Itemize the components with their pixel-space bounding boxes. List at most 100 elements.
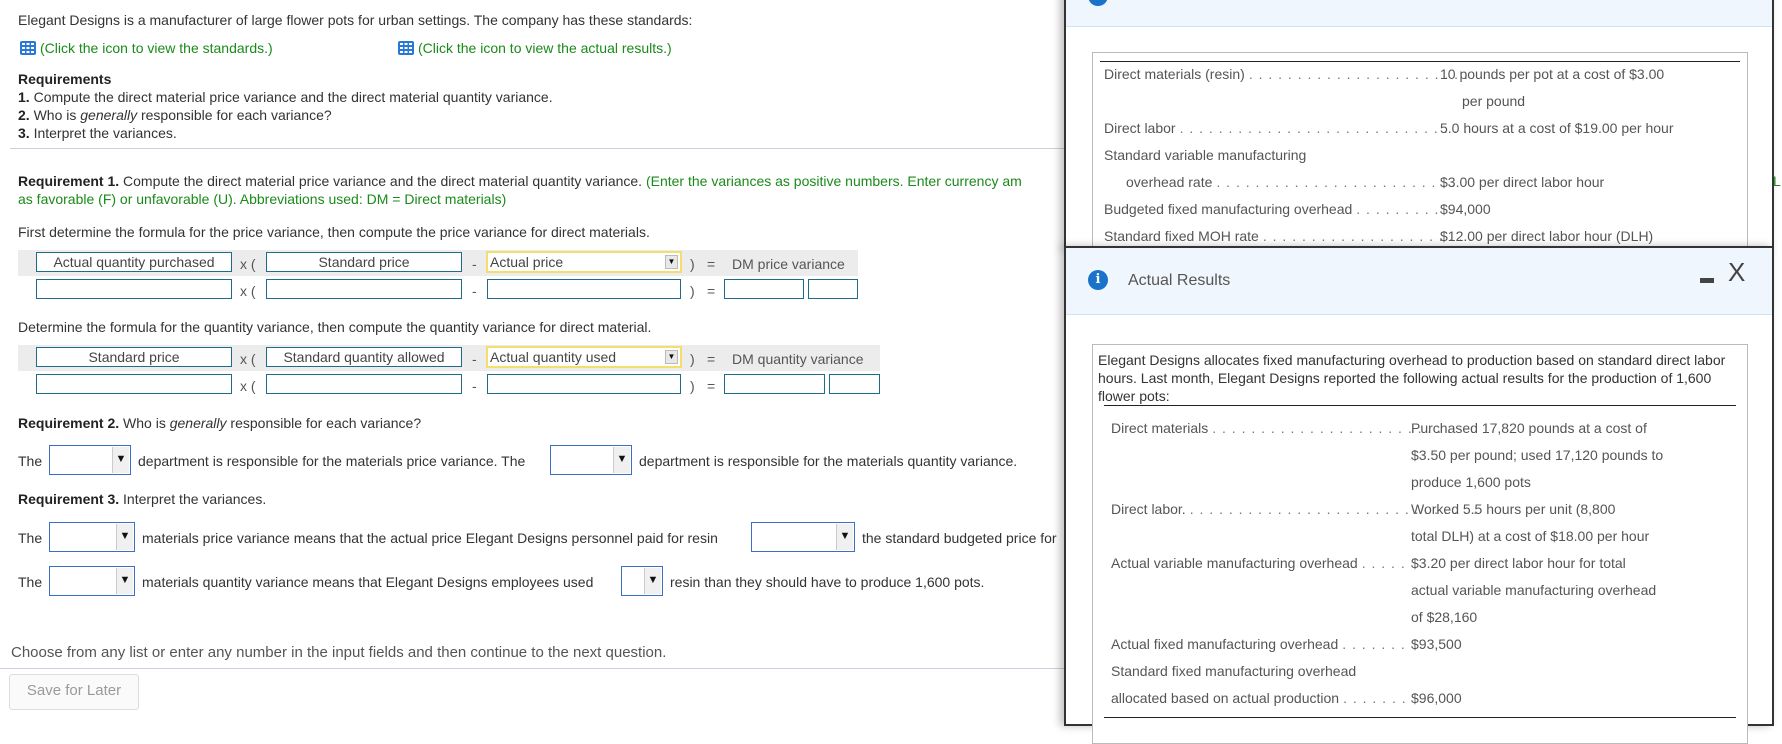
quantity-formula-result-label: DM quantity variance xyxy=(732,351,864,367)
actual-results-panel: i Actual Results X Elegant Designs alloc… xyxy=(1064,246,1774,744)
section-divider xyxy=(10,148,1070,149)
dropdown-arrow-icon[interactable]: ▼ xyxy=(665,255,678,269)
quantity-variance-type-select[interactable]: ▼ xyxy=(49,566,135,596)
dropdown-arrow-icon[interactable]: ▼ xyxy=(112,447,129,473)
price-actual-quantity-input[interactable] xyxy=(36,279,232,299)
view-standards-link[interactable]: (Click the icon to view the standards.) xyxy=(20,40,273,56)
price-formula-actual-quantity-label: Actual quantity purchased xyxy=(36,252,232,272)
requirement-2-emphasis: generally xyxy=(169,415,227,431)
quantity-variance-department-select[interactable]: ▼ xyxy=(550,445,632,475)
grid-icon[interactable] xyxy=(398,41,414,55)
row-value: $3.50 per pound; used 17,120 pounds to xyxy=(1411,447,1664,463)
table-row xyxy=(1111,528,1115,544)
actual-results-title: Actual Results xyxy=(1128,272,1231,289)
price-variance-department-select[interactable]: ▼ xyxy=(49,445,131,475)
close-icon[interactable]: X xyxy=(1728,259,1745,285)
dm-price-variance-amount-input[interactable] xyxy=(724,279,804,299)
req2-sentence-end: department is responsible for the materi… xyxy=(639,453,1018,469)
requirement-number: 2. xyxy=(18,107,30,123)
requirement-text: responsible for each variance? xyxy=(137,107,332,123)
leader-dots: . . . . . xyxy=(1361,555,1406,571)
leader-dots: . . . . . . . . . xyxy=(1356,201,1440,217)
dropdown-arrow-icon[interactable]: ▼ xyxy=(836,524,853,550)
table-row: Direct labor. . . . . . . . . . . . . . … xyxy=(1104,120,1478,136)
qty-standard-quantity-input[interactable] xyxy=(266,374,462,394)
price-actual-price-input[interactable] xyxy=(487,279,681,299)
view-actual-results-label[interactable]: (Click the icon to view the actual resul… xyxy=(418,40,672,56)
requirement-text: Who is xyxy=(33,107,81,123)
row-value: 10 pounds per pot at a cost of $3.00 xyxy=(1440,66,1665,82)
row-label: Standard fixed MOH rate xyxy=(1104,228,1259,244)
price-standard-price-input[interactable] xyxy=(266,279,462,299)
row-value: $3.00 per direct labor hour xyxy=(1440,174,1605,190)
save-for-later-button[interactable]: Save for Later xyxy=(9,674,139,710)
quantity-formula-select-value: Actual quantity used xyxy=(490,349,617,365)
table-row: allocated based on actual production. . … xyxy=(1111,690,1407,706)
row-label: Direct materials xyxy=(1111,420,1209,436)
dropdown-arrow-icon[interactable]: ▼ xyxy=(644,568,661,594)
qty-standard-price-input[interactable] xyxy=(36,374,232,394)
req3-line1-the: The xyxy=(18,530,43,546)
row-value: total DLH) at a cost of $18.00 per hour xyxy=(1411,528,1650,544)
equals-sign: = xyxy=(707,256,716,272)
quantity-comparison-select[interactable]: ▼ xyxy=(621,566,663,596)
requirement-2-prompt: Requirement 2. Who is generally responsi… xyxy=(18,415,421,431)
qty-actual-quantity-input[interactable] xyxy=(487,374,681,394)
dropdown-arrow-icon[interactable]: ▼ xyxy=(665,350,678,364)
requirement-3-prompt: Requirement 3. Interpret the variances. xyxy=(18,491,266,507)
minus-sign: - xyxy=(472,256,477,272)
row-value: produce 1,600 pots xyxy=(1411,474,1531,490)
table-row: Standard fixed MOH rate. . . . . . . . .… xyxy=(1104,228,1473,244)
price-formula-standard-price-label: Standard price xyxy=(266,252,462,272)
requirement-1-label: Requirement 1. xyxy=(18,173,120,189)
requirement-1-text: Compute the direct material price varian… xyxy=(119,173,643,189)
table-row xyxy=(1111,474,1115,490)
requirement-item-3: 3. Interpret the variances. xyxy=(18,125,177,141)
times-open-paren: x ( xyxy=(240,256,256,272)
row-label: overhead rate xyxy=(1126,174,1213,190)
price-formula-select[interactable]: Actual price ▼ xyxy=(486,251,682,273)
close-paren: ) xyxy=(690,378,695,394)
dropdown-arrow-icon[interactable]: ▼ xyxy=(613,447,630,473)
standards-panel-header: i xyxy=(1066,0,1772,27)
times-open-paren: x ( xyxy=(240,351,256,367)
quantity-formula-select[interactable]: Actual quantity used ▼ xyxy=(486,346,682,368)
requirement-item-1: 1. Compute the direct material price var… xyxy=(18,89,553,105)
actual-results-intro: Elegant Designs allocates fixed manufact… xyxy=(1098,352,1726,404)
view-standards-label[interactable]: (Click the icon to view the standards.) xyxy=(40,40,273,56)
view-actual-results-link[interactable]: (Click the icon to view the actual resul… xyxy=(398,40,672,56)
times-open-paren: x ( xyxy=(240,283,256,299)
row-label: Direct labor. xyxy=(1111,501,1186,517)
actual-results-table: Elegant Designs allocates fixed manufact… xyxy=(1092,344,1748,744)
minus-sign: - xyxy=(472,351,477,367)
dm-price-variance-fu-input[interactable] xyxy=(808,279,858,299)
close-paren: ) xyxy=(690,283,695,299)
price-variance-type-select[interactable]: ▼ xyxy=(49,522,135,552)
price-comparison-select[interactable]: ▼ xyxy=(751,522,855,552)
requirement-item-2: 2. Who is generally responsible for each… xyxy=(18,107,332,123)
requirement-2-text: responsible for each variance? xyxy=(226,415,422,431)
grid-icon[interactable] xyxy=(20,41,36,55)
requirement-1-note-line2: as favorable (F) or unfavorable (U). Abb… xyxy=(18,191,507,207)
table-row xyxy=(1111,582,1115,598)
table-row: Actual fixed manufacturing overhead. . .… xyxy=(1111,636,1406,652)
row-label: Direct materials (resin) xyxy=(1104,66,1245,82)
dm-quantity-variance-amount-input[interactable] xyxy=(724,374,825,394)
row-label: Budgeted fixed manufacturing overhead xyxy=(1104,201,1353,217)
close-paren: ) xyxy=(690,351,695,367)
actual-results-header: i Actual Results X xyxy=(1066,248,1772,315)
dropdown-arrow-icon[interactable]: ▼ xyxy=(116,568,133,594)
leader-dots: . . . . . . . . . . . . . . . . . . . . … xyxy=(1248,66,1469,82)
req3-line1-end: the standard budgeted price for xyxy=(862,530,1057,546)
minimize-icon[interactable] xyxy=(1700,278,1714,283)
table-row xyxy=(1111,609,1115,625)
leader-dots: . . . . . . . . . . . . . . . . . . . . … xyxy=(1216,174,1456,190)
leader-dots: . . . . . . . xyxy=(1343,690,1407,706)
table-row: overhead rate. . . . . . . . . . . . . .… xyxy=(1104,174,1456,190)
dropdown-arrow-icon[interactable]: ▼ xyxy=(116,524,133,550)
dm-quantity-variance-fu-input[interactable] xyxy=(829,374,880,394)
table-row: Direct materials (resin). . . . . . . . … xyxy=(1104,66,1469,82)
table-row: Direct materials. . . . . . . . . . . . … xyxy=(1111,420,1452,436)
table-row: Actual variable manufacturing overhead. … xyxy=(1111,555,1406,571)
row-label: Actual variable manufacturing overhead xyxy=(1111,555,1358,571)
